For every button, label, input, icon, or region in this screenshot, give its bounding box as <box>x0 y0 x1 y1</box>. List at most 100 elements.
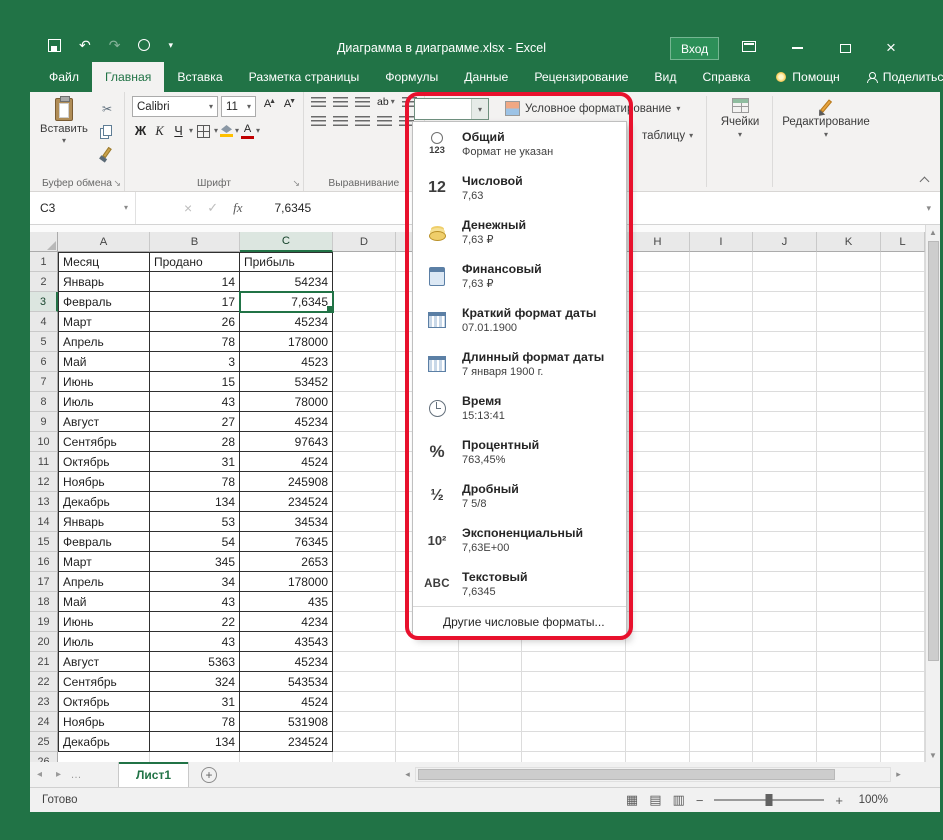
cell[interactable]: 54 <box>150 532 240 552</box>
cell[interactable] <box>333 392 396 412</box>
cell[interactable]: Июль <box>58 632 150 652</box>
row-header[interactable]: 5 <box>30 332 58 352</box>
cell[interactable] <box>881 292 925 312</box>
cell[interactable]: Март <box>58 312 150 332</box>
format-menu-item[interactable]: Числовой 7,63 <box>413 166 626 210</box>
cell[interactable] <box>626 412 690 432</box>
undo-icon[interactable]: ↶ <box>79 38 91 52</box>
expand-formula-bar-icon[interactable]: ▾ <box>926 203 931 214</box>
row-header[interactable]: 11 <box>30 452 58 472</box>
cell[interactable] <box>626 252 690 272</box>
cells-button[interactable]: Ячейки ▾ <box>712 98 768 139</box>
cell[interactable]: 4234 <box>240 612 333 632</box>
cell[interactable] <box>753 352 817 372</box>
cell[interactable] <box>150 752 240 762</box>
cell[interactable] <box>690 732 753 752</box>
cell[interactable]: Прибыль <box>240 252 333 272</box>
row-header[interactable]: 8 <box>30 392 58 412</box>
cell[interactable] <box>522 652 626 672</box>
cell[interactable] <box>522 712 626 732</box>
cell[interactable]: 4524 <box>240 452 333 472</box>
cell[interactable] <box>626 732 690 752</box>
cell[interactable]: 17 <box>150 292 240 312</box>
chevron-down-icon[interactable]: ▾ <box>189 127 193 135</box>
editing-button[interactable]: Редактирование ▾ <box>778 98 874 139</box>
cell[interactable]: 245908 <box>240 472 333 492</box>
cell[interactable] <box>881 432 925 452</box>
copy-button[interactable] <box>97 122 117 139</box>
cell[interactable] <box>333 372 396 392</box>
cell[interactable] <box>753 652 817 672</box>
cell[interactable]: 43 <box>150 632 240 652</box>
column-header[interactable]: J <box>753 232 817 252</box>
chevron-down-icon[interactable]: ▾ <box>214 127 218 135</box>
confirm-entry-button[interactable]: ✓ <box>207 200 218 216</box>
cell[interactable] <box>753 472 817 492</box>
row-header[interactable]: 6 <box>30 352 58 372</box>
align-bottom-button[interactable] <box>355 97 370 108</box>
cell[interactable] <box>817 572 881 592</box>
cell[interactable] <box>690 492 753 512</box>
cell[interactable] <box>626 492 690 512</box>
cell[interactable] <box>690 372 753 392</box>
cell[interactable] <box>626 372 690 392</box>
cell[interactable] <box>881 332 925 352</box>
cell[interactable] <box>459 692 522 712</box>
zoom-in-button[interactable]: + <box>835 793 843 808</box>
cell[interactable]: Ноябрь <box>58 472 150 492</box>
cell[interactable]: Декабрь <box>58 732 150 752</box>
cell[interactable] <box>690 332 753 352</box>
cell[interactable] <box>881 312 925 332</box>
cell[interactable] <box>881 592 925 612</box>
cell[interactable] <box>333 532 396 552</box>
cell[interactable] <box>626 672 690 692</box>
cell[interactable] <box>333 472 396 492</box>
cell[interactable] <box>753 712 817 732</box>
cell[interactable] <box>753 492 817 512</box>
touch-mode-icon[interactable] <box>138 39 150 51</box>
align-top-button[interactable] <box>311 97 326 108</box>
cell[interactable] <box>753 372 817 392</box>
cell[interactable] <box>626 312 690 332</box>
cell[interactable]: Июнь <box>58 612 150 632</box>
cell[interactable] <box>690 512 753 532</box>
cell[interactable]: 4524 <box>240 692 333 712</box>
cell[interactable] <box>817 452 881 472</box>
cell[interactable]: 5363 <box>150 652 240 672</box>
cell[interactable] <box>881 612 925 632</box>
cell[interactable]: Сентябрь <box>58 432 150 452</box>
cell[interactable]: Апрель <box>58 572 150 592</box>
cell[interactable] <box>753 412 817 432</box>
cell[interactable]: 53452 <box>240 372 333 392</box>
page-break-view-button[interactable]: ▥ <box>673 792 685 808</box>
cell[interactable] <box>690 712 753 732</box>
maximize-button[interactable] <box>828 36 862 60</box>
cell[interactable] <box>753 512 817 532</box>
decrease-font-size-button[interactable]: А▼ <box>279 98 296 116</box>
cell[interactable] <box>690 472 753 492</box>
cell[interactable] <box>333 412 396 432</box>
cell[interactable] <box>690 752 753 762</box>
cell[interactable] <box>690 412 753 432</box>
cell[interactable] <box>333 452 396 472</box>
cell[interactable] <box>753 432 817 452</box>
ribbon-display-options-icon[interactable] <box>742 41 756 52</box>
cell[interactable] <box>817 352 881 372</box>
cell[interactable] <box>333 292 396 312</box>
paste-button[interactable]: Вставить ▾ <box>37 96 91 161</box>
cell[interactable] <box>881 252 925 272</box>
cell[interactable]: Февраль <box>58 292 150 312</box>
cell[interactable] <box>881 552 925 572</box>
row-header[interactable]: 18 <box>30 592 58 612</box>
cell[interactable] <box>690 272 753 292</box>
cell[interactable] <box>817 492 881 512</box>
cell[interactable] <box>817 292 881 312</box>
cell[interactable] <box>881 692 925 712</box>
cell[interactable] <box>817 712 881 732</box>
cell[interactable] <box>690 572 753 592</box>
format-menu-item[interactable]: Краткий формат даты 07.01.1900 <box>413 298 626 342</box>
cell[interactable] <box>817 392 881 412</box>
row-header[interactable]: 2 <box>30 272 58 292</box>
cell[interactable]: 178000 <box>240 332 333 352</box>
ribbon-tab[interactable]: Помощн <box>763 62 852 92</box>
